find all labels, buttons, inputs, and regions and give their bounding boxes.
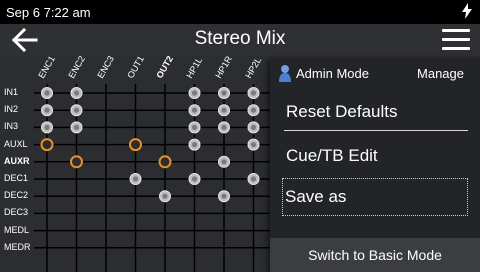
row-label: DEC1 [4, 173, 29, 183]
page-title: Stereo Mix [194, 28, 286, 49]
matrix-node[interactable] [188, 104, 201, 117]
matrix-node[interactable] [188, 87, 201, 99]
overflow-menu: Admin Mode Manage Reset Defaults Cue/TB … [270, 58, 480, 272]
matrix-node[interactable] [70, 155, 83, 169]
matrix-node[interactable] [218, 121, 230, 134]
matrix-node[interactable] [129, 173, 142, 185]
row-label: IN2 [4, 104, 19, 115]
app-bar: Stereo Mix [0, 24, 480, 56]
row-label: MEDR [4, 241, 31, 252]
manage-button[interactable]: Manage [417, 66, 464, 81]
matrix-node[interactable] [158, 155, 172, 169]
status-bar: Sep 6 7:22 am [0, 0, 480, 24]
menu-item-reset-defaults[interactable]: Reset Defaults [284, 93, 468, 131]
matrix-node[interactable] [218, 190, 230, 203]
row-label: MEDL [4, 224, 30, 235]
matrix-node[interactable] [247, 173, 260, 185]
row-label: DEC2 [4, 190, 29, 201]
matrix-node[interactable] [247, 138, 260, 151]
matrix-node[interactable] [41, 121, 53, 134]
matrix-node[interactable] [247, 87, 260, 99]
matrix-node[interactable] [247, 121, 260, 134]
admin-mode-label[interactable]: Admin Mode [296, 66, 417, 81]
menu-item-cue-tb-edit[interactable]: Cue/TB Edit [284, 137, 468, 175]
matrix-node[interactable] [129, 138, 142, 152]
matrix-node[interactable] [218, 87, 230, 99]
matrix-node[interactable] [159, 190, 171, 203]
row-label: IN1 [4, 87, 19, 97]
row-label: AUXL [4, 138, 28, 149]
matrix-node[interactable] [70, 121, 83, 134]
row-label: DEC3 [4, 207, 29, 218]
menu-item-save-as[interactable]: Save as [282, 178, 468, 216]
matrix-node[interactable] [70, 87, 83, 99]
switch-basic-mode-button[interactable]: Switch to Basic Mode [270, 238, 480, 272]
row-label: AUXR [4, 155, 30, 166]
matrix-node[interactable] [188, 173, 201, 185]
matrix-node[interactable] [41, 87, 53, 99]
matrix-node[interactable] [218, 155, 230, 168]
matrix-node[interactable] [70, 104, 83, 117]
hamburger-icon[interactable] [442, 29, 470, 51]
matrix-node[interactable] [247, 104, 260, 117]
matrix-node[interactable] [40, 138, 54, 152]
row-label: IN3 [4, 121, 19, 132]
status-time: Sep 6 7:22 am [6, 4, 91, 20]
matrix-node[interactable] [218, 104, 230, 117]
matrix-node[interactable] [188, 138, 201, 151]
matrix-node[interactable] [41, 104, 53, 117]
bolt-icon [462, 2, 472, 22]
matrix-node[interactable] [188, 121, 201, 134]
menu-header: Admin Mode Manage [270, 58, 480, 88]
person-icon [279, 65, 291, 82]
